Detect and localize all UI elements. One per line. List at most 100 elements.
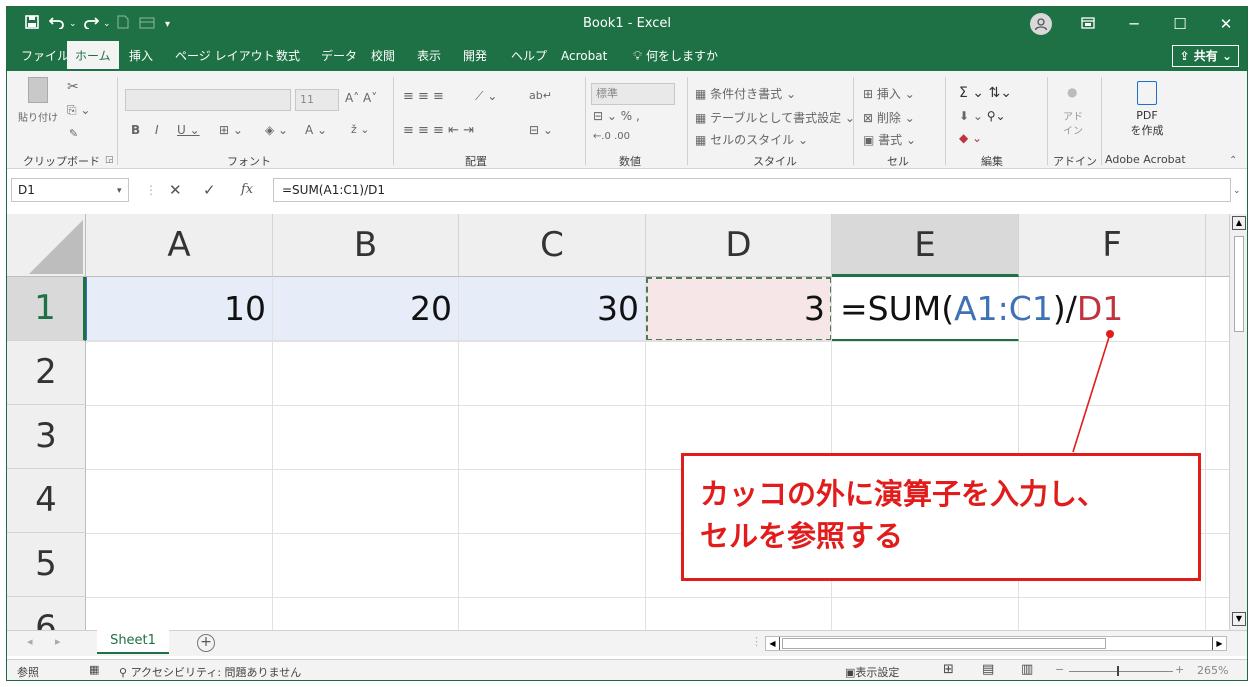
- sheet-tab-sheet1[interactable]: Sheet1: [97, 630, 169, 654]
- collapse-ribbon-icon[interactable]: ⌃: [1229, 155, 1237, 166]
- tab-review[interactable]: 校閲: [371, 41, 395, 71]
- column-header-d[interactable]: D: [646, 214, 832, 277]
- column-header-a[interactable]: A: [86, 214, 273, 277]
- fill-color-icon[interactable]: ◈ ⌄: [265, 123, 288, 137]
- enter-button[interactable]: ✓: [203, 178, 216, 202]
- sheet-next-icon[interactable]: ▸: [55, 635, 61, 648]
- cell-styles-button[interactable]: ▦ セルのスタイル ⌄: [695, 131, 808, 148]
- maximize-button[interactable]: ☐: [1157, 7, 1203, 41]
- autosum-icon[interactable]: Σ ⌄ ⇅⌄: [959, 85, 1012, 101]
- merge-center-icon[interactable]: ⊟ ⌄: [529, 123, 553, 137]
- orientation-icon[interactable]: ⟋ ⌄: [475, 89, 497, 104]
- tab-developer[interactable]: 開発: [463, 41, 487, 71]
- delete-cells-button[interactable]: ⊠ 削除 ⌄: [863, 109, 915, 126]
- italic-icon[interactable]: I: [155, 123, 159, 137]
- format-as-table-button[interactable]: ▦ テーブルとして書式設定 ⌄: [695, 109, 855, 126]
- fill-icon[interactable]: ⬇ ⌄ ⚲⌄: [959, 109, 1006, 123]
- row-header-2[interactable]: 2: [7, 341, 86, 405]
- page-layout-view-icon[interactable]: ▤: [982, 662, 994, 677]
- copy-icon[interactable]: ⎘ ⌄: [67, 103, 90, 118]
- column-header-e[interactable]: E: [832, 214, 1019, 277]
- column-header-f[interactable]: F: [1019, 214, 1206, 277]
- row-header-5[interactable]: 5: [7, 533, 86, 597]
- cell-c1[interactable]: 30: [459, 277, 646, 341]
- add-sheet-button[interactable]: +: [197, 634, 215, 652]
- tab-data[interactable]: データ: [321, 41, 357, 71]
- underline-icon[interactable]: U ⌄: [177, 123, 200, 137]
- find-icon[interactable]: ⚲⌄: [987, 109, 1006, 123]
- tab-insert[interactable]: 挿入: [129, 41, 153, 71]
- column-header-c[interactable]: C: [459, 214, 646, 277]
- font-color-icon[interactable]: A ⌄: [305, 123, 327, 137]
- display-settings-button[interactable]: ▣表示設定: [845, 664, 899, 680]
- normal-view-icon[interactable]: ⊞: [943, 662, 954, 677]
- ribbon-display-icon[interactable]: [1065, 7, 1111, 41]
- accessibility-status[interactable]: ⚲ アクセシビリティ: 問題ありません: [119, 664, 301, 680]
- tab-help[interactable]: ヘルプ: [511, 41, 547, 71]
- splitter-icon[interactable]: ⋮: [751, 635, 762, 648]
- cut-icon[interactable]: ✂: [67, 79, 79, 95]
- zoom-in-button[interactable]: +: [1175, 663, 1184, 676]
- add-in-button-label[interactable]: アド イン: [1063, 111, 1083, 139]
- sheet-prev-icon[interactable]: ◂: [27, 635, 33, 648]
- align-top-icon[interactable]: ≡ ≡ ≡: [403, 89, 444, 104]
- page-break-view-icon[interactable]: ▥: [1021, 662, 1033, 677]
- zoom-level[interactable]: 265%: [1197, 664, 1228, 677]
- currency-icon[interactable]: ⊟ ⌄ % ,: [593, 109, 640, 123]
- column-header-b[interactable]: B: [273, 214, 459, 277]
- conditional-format-button[interactable]: ▦ 条件付き書式 ⌄: [695, 85, 796, 102]
- scroll-up-icon[interactable]: ▲: [1232, 216, 1246, 230]
- scroll-thumb[interactable]: [1234, 236, 1244, 332]
- font-name-box[interactable]: [125, 89, 291, 111]
- wrap-text-icon[interactable]: ab↵: [529, 89, 552, 102]
- insert-cells-button[interactable]: ⊞ 挿入 ⌄: [863, 85, 915, 102]
- border-icon[interactable]: ⊞ ⌄: [219, 123, 243, 137]
- number-format-box[interactable]: 標準: [591, 83, 675, 105]
- paste-button[interactable]: 貼り付け: [17, 77, 59, 143]
- horizontal-scrollbar[interactable]: ◀ ▶: [765, 636, 1227, 651]
- minimize-button[interactable]: ─: [1111, 7, 1157, 41]
- scroll-right-icon[interactable]: ▶: [1212, 637, 1226, 650]
- zoom-slider-thumb[interactable]: [1117, 666, 1119, 676]
- align-left-icon[interactable]: ≡ ≡ ≡ ⇤ ⇥: [403, 123, 474, 138]
- close-button[interactable]: ✕: [1203, 7, 1247, 41]
- name-box[interactable]: D1: [11, 178, 129, 202]
- increase-font-icon[interactable]: A˄ A˅: [345, 91, 377, 105]
- name-box-dropdown-icon[interactable]: ▾: [117, 179, 122, 203]
- phonetic-icon[interactable]: ž ⌄: [351, 123, 370, 136]
- row-header-6[interactable]: 6: [7, 597, 86, 630]
- cancel-button[interactable]: ✕: [169, 178, 182, 202]
- font-size-box[interactable]: 11: [295, 89, 339, 111]
- share-button[interactable]: ⇪ 共有 ⌄: [1172, 45, 1239, 67]
- bold-icon[interactable]: B: [131, 123, 140, 137]
- tell-me-search[interactable]: 💡︎ 何をしますか: [633, 41, 718, 71]
- select-all-corner[interactable]: [7, 214, 86, 277]
- cell-e1-editing[interactable]: =SUM(A1:C1)/D1: [832, 277, 1123, 341]
- tab-page-layout[interactable]: ページ レイアウト: [175, 41, 275, 71]
- create-pdf-button[interactable]: PDF を作成: [1117, 81, 1177, 138]
- macro-record-icon[interactable]: ▦: [89, 663, 99, 676]
- scroll-down-icon[interactable]: ▼: [1232, 612, 1246, 626]
- user-icon[interactable]: [1030, 13, 1052, 35]
- scroll-left-icon[interactable]: ◀: [766, 637, 780, 650]
- cell-b1[interactable]: 20: [273, 277, 459, 341]
- expand-formula-bar-icon[interactable]: ⌄: [1233, 179, 1241, 203]
- format-cells-button[interactable]: ▣ 書式 ⌄: [863, 131, 916, 148]
- insert-function-button[interactable]: fx: [241, 178, 253, 202]
- cell-d1[interactable]: 3: [646, 277, 832, 341]
- row-header-4[interactable]: 4: [7, 469, 86, 533]
- cell-a1[interactable]: 10: [86, 277, 273, 341]
- clear-icon[interactable]: ◆ ⌄: [959, 131, 982, 145]
- decimal-icon[interactable]: ←.0 .00: [593, 131, 630, 142]
- dialog-launcher-icon[interactable]: ◲: [105, 155, 114, 165]
- tab-file[interactable]: ファイル: [21, 41, 69, 71]
- tab-formulas[interactable]: 数式: [276, 41, 300, 71]
- hscroll-thumb[interactable]: [782, 638, 1106, 649]
- tab-view[interactable]: 表示: [417, 41, 441, 71]
- format-painter-icon[interactable]: ✎: [69, 127, 78, 140]
- add-in-icon[interactable]: ●: [1067, 85, 1077, 99]
- zoom-slider[interactable]: [1069, 671, 1173, 672]
- vertical-scrollbar[interactable]: ▲ ▼: [1229, 214, 1247, 630]
- tab-home[interactable]: ホーム: [67, 41, 119, 71]
- row-header-1[interactable]: 1: [7, 277, 86, 341]
